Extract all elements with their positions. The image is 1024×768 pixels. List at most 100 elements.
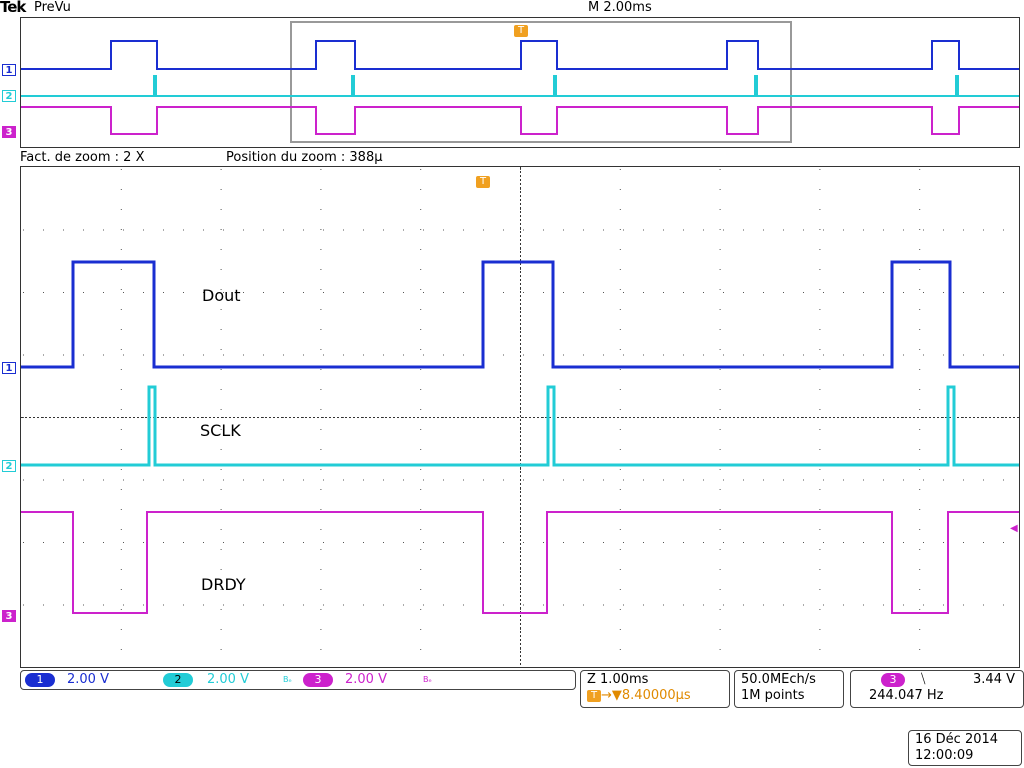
grid-dot xyxy=(320,389,322,390)
grid-dot xyxy=(303,542,304,543)
grid-dot xyxy=(220,649,222,650)
grid-center-h xyxy=(105,417,107,418)
grid-dot xyxy=(23,229,24,231)
main-plot[interactable] xyxy=(20,166,1020,668)
grid-dot xyxy=(243,417,244,418)
overview-ch1-marker[interactable]: 1 xyxy=(2,64,16,76)
ch3-ground-marker[interactable]: 3 xyxy=(2,610,16,622)
grid-center-v xyxy=(520,531,521,533)
grid-center-h xyxy=(1005,417,1007,418)
grid-center-v xyxy=(520,227,521,229)
grid-dot xyxy=(320,369,322,370)
grid-dot xyxy=(783,604,784,606)
grid-center-h xyxy=(21,417,23,418)
grid-center-v xyxy=(520,399,521,401)
grid-dot xyxy=(603,292,604,293)
grid-center-h xyxy=(257,417,259,418)
grid-dot xyxy=(983,354,984,356)
trigger-info-box[interactable]: 3 ⧹ 3.44 V 244.047 Hz xyxy=(850,670,1024,708)
graticule xyxy=(21,167,1019,665)
trigger-slope-icon: ⧹ xyxy=(921,672,926,687)
grid-center-h xyxy=(73,417,75,418)
channel-status-bar[interactable]: 1 2.00 V 2 2.00 V Bₑ 3 2.00 V Bₑ xyxy=(20,670,576,690)
grid-dot xyxy=(520,489,521,490)
grid-center-h xyxy=(685,417,687,418)
grid-center-h xyxy=(441,417,443,418)
grid-center-h xyxy=(221,417,223,418)
grid-dot xyxy=(520,349,521,350)
grid-dot xyxy=(463,604,464,606)
zoom-timebase-box[interactable]: Z 1.00ms T →▼8.40000μs xyxy=(580,670,730,708)
grid-dot xyxy=(719,429,721,430)
grid-dot xyxy=(483,417,484,418)
grid-center-h xyxy=(301,417,303,418)
grid-center-v xyxy=(520,287,521,289)
ch2-chip[interactable]: 2 xyxy=(163,673,193,687)
grid-dot xyxy=(123,417,124,418)
grid-dot xyxy=(243,292,244,293)
grid-dot xyxy=(220,569,222,570)
ch1-chip[interactable]: 1 xyxy=(25,673,55,687)
grid-center-v xyxy=(520,443,521,445)
grid-center-h xyxy=(565,417,567,418)
ch3-chip[interactable]: 3 xyxy=(303,673,333,687)
grid-dot xyxy=(719,229,721,230)
grid-dot xyxy=(520,169,521,170)
grid-center-h xyxy=(537,417,539,418)
ch1-scale[interactable]: 2.00 V xyxy=(67,672,109,687)
grid-center-v xyxy=(520,559,521,561)
grid-center-h xyxy=(377,417,379,418)
timebase-readout[interactable]: M 2.00ms xyxy=(588,0,652,15)
grid-dot xyxy=(383,229,384,231)
grid-dot xyxy=(120,249,122,250)
grid-dot xyxy=(223,604,224,606)
grid-center-v xyxy=(520,471,521,473)
grid-center-h xyxy=(877,417,879,418)
grid-dot xyxy=(819,309,821,310)
grid-dot xyxy=(203,229,204,231)
grid-dot xyxy=(583,417,584,418)
grid-dot xyxy=(63,479,64,481)
trigger-level-arrow-icon[interactable]: ◀ xyxy=(1010,523,1020,534)
grid-center-v xyxy=(520,615,521,617)
grid-dot xyxy=(819,629,821,630)
grid-center-v xyxy=(520,303,521,305)
grid-dot xyxy=(363,354,364,356)
grid-dot xyxy=(803,354,804,356)
grid-center-v xyxy=(520,371,521,373)
grid-center-h xyxy=(101,417,103,418)
grid-center-h xyxy=(973,417,975,418)
grid-dot xyxy=(863,479,864,481)
zoom-position: Position du zoom : 388μ xyxy=(226,150,383,165)
grid-dot xyxy=(320,569,322,570)
ch2-scale[interactable]: 2.00 V xyxy=(207,672,249,687)
grid-dot xyxy=(743,417,744,418)
grid-dot xyxy=(919,589,921,590)
grid-dot xyxy=(423,479,424,481)
grid-dot xyxy=(623,604,624,606)
date: 16 Déc 2014 xyxy=(915,732,999,747)
grid-center-h xyxy=(913,417,915,418)
ch1-ground-marker[interactable]: 1 xyxy=(2,362,16,374)
grid-dot xyxy=(123,479,124,481)
grid-dot xyxy=(263,354,264,356)
grid-dot xyxy=(520,289,521,290)
ch3-scale[interactable]: 2.00 V xyxy=(345,672,387,687)
grid-dot xyxy=(423,542,424,543)
overview-ch3-marker[interactable]: 3 xyxy=(2,126,16,138)
grid-center-h xyxy=(833,417,835,418)
grid-dot xyxy=(843,229,844,231)
grid-center-h xyxy=(233,417,235,418)
acquisition-box[interactable]: 50.0MEch/s 1M points xyxy=(734,670,844,708)
overview-ch2-marker[interactable]: 2 xyxy=(2,90,16,102)
grid-center-v xyxy=(520,347,521,349)
grid-dot xyxy=(623,292,624,293)
grid-center-h xyxy=(193,417,195,418)
grid-dot xyxy=(823,604,824,606)
grid-center-v xyxy=(520,487,521,489)
grid-dot xyxy=(143,354,144,356)
ch2-ground-marker[interactable]: 2 xyxy=(2,460,16,472)
grid-center-v xyxy=(520,499,521,501)
grid-dot xyxy=(120,209,122,210)
grid-center-h xyxy=(797,417,799,418)
